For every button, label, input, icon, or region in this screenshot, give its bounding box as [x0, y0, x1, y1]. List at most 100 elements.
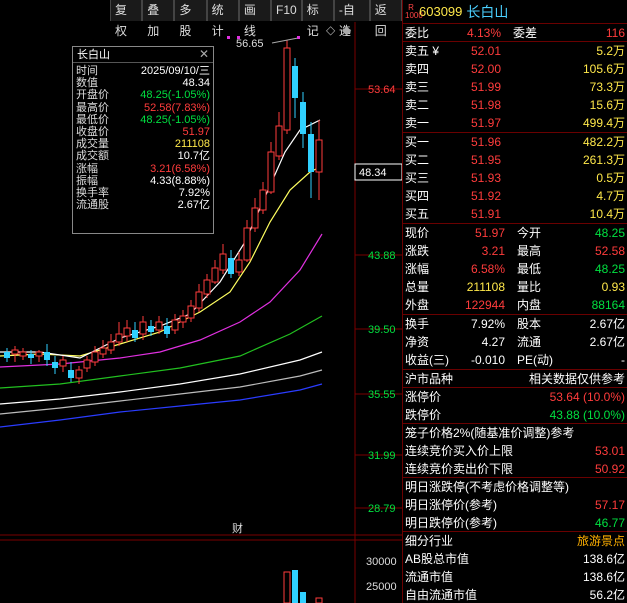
kline-chart-panel[interactable]: 56.65 ◇ ◆ 53.64 43.88 39.50 35.55 31.99 … [0, 22, 402, 603]
candle-body [52, 362, 58, 368]
webi-value: 4.13% [466, 26, 501, 40]
tooltip-label: 收盘价 [76, 125, 109, 138]
toolbar-draw-line-button[interactable]: 画线 [238, 0, 272, 38]
ask-volume: 5.2万 [596, 44, 625, 58]
industry-row: 细分行业 旅游景点 [403, 532, 627, 550]
ask-volume: 73.3万 [589, 80, 625, 94]
tooltip-row: 收盘价 51.97 [73, 126, 213, 138]
stat-label: 涨跌 [405, 244, 430, 258]
industry-value[interactable]: 旅游景点 [453, 532, 625, 550]
candle-info-tooltip: 长白山 ✕ 时间 2025/09/10/三 数值 48.34 开盘价 48.25(-1.0… [72, 46, 214, 234]
stat-row: 现价 51.97 今开 48.25 [403, 224, 627, 242]
candle-body [235, 259, 243, 273]
tooltip-value: 211108 [174, 138, 210, 151]
stock-name[interactable]: 长白山 [466, 2, 508, 22]
tooltip-title: 长白山 [73, 47, 213, 63]
candle-body [75, 369, 83, 379]
tooltip-row: 换手率 7.92% [73, 187, 213, 199]
tooltip-label: 开盘价 [76, 89, 109, 102]
stat-value: 4.27 [481, 335, 505, 349]
ask-level-label: 卖一 [405, 116, 430, 130]
tooltip-label: 流通股 [76, 199, 109, 212]
tooltip-value: 48.34 [182, 77, 210, 90]
market-row: 沪市品种 相关数据仅供参考 [403, 370, 627, 388]
toolbar-multi-stock-button[interactable]: 多股 [174, 0, 207, 38]
tooltip-value: 4.33(8.88%) [150, 174, 210, 187]
price-tick: 53.64 [368, 84, 396, 96]
toolbar-f10-button[interactable]: F10 [271, 0, 302, 21]
bid-row[interactable]: 买二 51.95 261.3万 [403, 151, 627, 169]
ask-row[interactable]: 卖五 ¥ 52.01 5.2万 [403, 42, 627, 60]
tooltip-value: 2025/09/10/三 [140, 65, 210, 77]
toolbar-back-button[interactable]: 返回 [369, 0, 402, 38]
stat-row: 涨跌 3.21 最高 52.58 [403, 242, 627, 260]
diamond-icon[interactable]: ◇ [326, 23, 336, 37]
price-stats: 现价 51.97 今开 48.25 涨跌 3.21 最高 52.58 涨幅 6.58% 最低 48.2… [403, 224, 627, 315]
marker-square [297, 36, 300, 39]
candle-body [315, 139, 323, 173]
bid-row[interactable]: 买三 51.93 0.5万 [403, 169, 627, 187]
stat-row: 换手 7.92% 股本 2.67亿 [403, 315, 627, 333]
stat-label: 总量 [405, 280, 430, 294]
tooltip-label: 振幅 [76, 174, 98, 187]
toolbar-remove-watchlist-button[interactable]: -自选 [333, 0, 370, 38]
cage-buy-row: 连续竞价买入价上限 53.01 [403, 442, 627, 460]
tooltip-value: 10.7亿 [177, 150, 210, 163]
candle-body [259, 189, 267, 211]
volume-tick: 25000 [366, 581, 397, 593]
stat-label: 涨幅 [405, 262, 430, 276]
bid-level-label: 买三 [405, 171, 430, 185]
ask-row[interactable]: 卖一 51.97 499.4万 [403, 114, 627, 132]
float-cap-label: 流通市值 [405, 570, 454, 584]
cage-buy-label: 连续竞价买入价上限 [405, 444, 514, 458]
ask-volume: 105.6万 [582, 62, 625, 76]
ask-level-label: 卖二 [405, 98, 430, 112]
stock-code[interactable]: 603099 [419, 4, 462, 19]
ask-row[interactable]: 卖三 51.99 73.3万 [403, 78, 627, 96]
market-note: 相关数据仅供参考 [528, 372, 625, 386]
market-label: 沪市品种 [405, 372, 454, 386]
close-icon[interactable]: ✕ [199, 47, 209, 61]
toolbar-overlay-button[interactable]: 叠加 [142, 0, 175, 38]
ask-row[interactable]: 卖四 52.00 105.6万 [403, 60, 627, 78]
candle-body [275, 125, 283, 157]
price-tick: 39.50 [368, 324, 396, 336]
stat-label: 收益(三) [405, 353, 449, 367]
bid-level-label: 买五 [405, 207, 430, 221]
ask-level-label: 卖四 [405, 62, 430, 76]
candle-body [308, 134, 314, 172]
tomorrow-down-value: 46.77 [594, 516, 625, 530]
candle-body [195, 291, 203, 309]
stat-value: 6.58% [470, 262, 505, 276]
toolbar-fuquan-button[interactable]: 复权 [110, 0, 143, 38]
tomorrow-up-value: 57.17 [594, 498, 625, 512]
webi-label: 委比 [405, 26, 430, 40]
bid-book: 买一 51.96 482.2万 买二 51.95 261.3万 买三 51.93 0.5万 买四 5… [403, 133, 627, 224]
bid-row[interactable]: 买五 51.91 10.4万 [403, 205, 627, 223]
tooltip-label: 最高价 [76, 101, 109, 114]
finance-marker[interactable]: 财 [232, 521, 243, 535]
bid-row[interactable]: 买一 51.96 482.2万 [403, 133, 627, 151]
tooltip-row: 时间 2025/09/10/三 [73, 65, 213, 77]
quote-panel: R 1000 603099 长白山 委比 4.13% 委差 116 卖五 ¥ 52… [402, 0, 627, 603]
ab-cap-row: AB股总市值 138.6亿 [403, 550, 627, 568]
stat-row: 外盘 122944 内盘 88164 [403, 296, 627, 314]
toolbar-mark-button[interactable]: 标记 [301, 0, 334, 38]
ask-level-label: 卖五 ¥ [405, 44, 440, 58]
diamond-icon[interactable]: ◆ [342, 23, 352, 37]
volume-bar [315, 597, 323, 603]
bid-price: 51.96 [470, 135, 501, 149]
candle-body [187, 305, 195, 319]
ask-row[interactable]: 卖二 51.98 15.6万 [403, 96, 627, 114]
candle-body [179, 315, 187, 323]
toolbar-stats-button[interactable]: 统计 [206, 0, 239, 38]
stat-label: 内盘 [517, 298, 542, 312]
bid-row[interactable]: 买四 51.92 4.7万 [403, 187, 627, 205]
tomorrow-down-label: 明日跌停价(参考) [405, 516, 497, 530]
ask-price: 51.99 [470, 80, 501, 94]
tooltip-label: 换手率 [76, 186, 109, 199]
share-stats: 换手 7.92% 股本 2.67亿 净资 4.27 流通 2.67亿 收益(三) -0.010 PE… [403, 315, 627, 370]
candle-body [4, 352, 10, 358]
ask-level-label: 卖三 [405, 80, 430, 94]
ab-cap-value: 138.6亿 [582, 552, 625, 566]
